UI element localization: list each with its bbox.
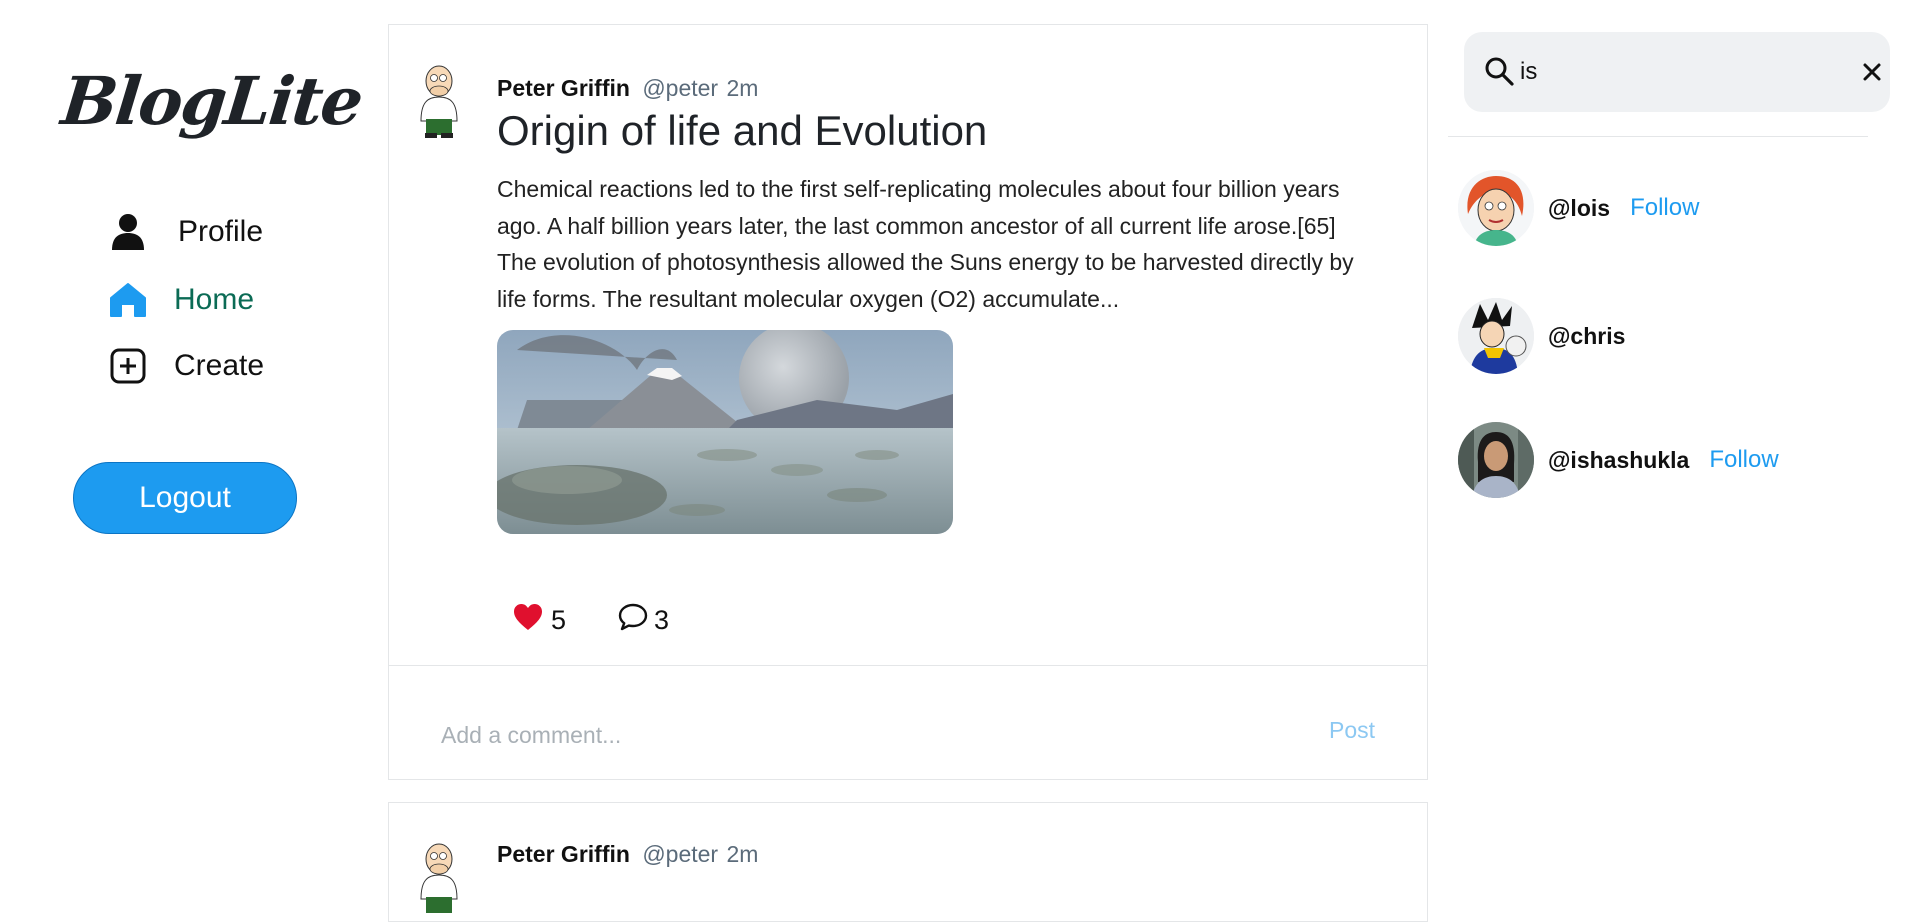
follow-button[interactable]: Follow	[1630, 194, 1699, 222]
nav-label-home: Home	[174, 283, 255, 316]
author-name[interactable]: Peter Griffin	[497, 75, 630, 101]
search-input[interactable]	[1520, 52, 1840, 92]
author-handle: @peter	[642, 75, 719, 101]
person-icon	[108, 212, 148, 252]
author-name[interactable]: Peter Griffin	[497, 841, 630, 867]
user-avatar[interactable]	[1458, 298, 1534, 374]
nav-item-profile[interactable]: Profile	[108, 212, 263, 252]
user-handle[interactable]: @lois	[1548, 195, 1610, 222]
comment-button[interactable]: 3	[618, 603, 669, 638]
divider	[389, 665, 1427, 666]
post-title[interactable]: Origin of life and Evolution	[497, 107, 987, 155]
post-card: Peter Griffin @peter 2m Origin of life a…	[388, 24, 1428, 780]
home-icon	[108, 280, 148, 320]
like-button[interactable]: 5	[513, 603, 566, 638]
post-time: 2m	[726, 75, 759, 101]
like-count: 5	[551, 605, 567, 635]
search-result: @ishashukla Follow	[1458, 422, 1779, 498]
post-header: Peter Griffin @peter 2m	[497, 841, 758, 868]
search-box	[1464, 32, 1890, 112]
app-logo[interactable]: BlogLite	[58, 62, 365, 140]
post-time: 2m	[726, 841, 759, 867]
comment-input[interactable]	[441, 715, 1241, 755]
post-comment-button[interactable]: Post	[1329, 717, 1375, 744]
post-body: Chemical reactions led to the first self…	[497, 176, 1354, 312]
divider	[1448, 136, 1868, 137]
nav-item-home[interactable]: Home	[108, 280, 254, 320]
post-actions: 5 3	[513, 603, 669, 638]
feed: Peter Griffin @peter 2m Origin of life a…	[388, 0, 1428, 922]
post-image[interactable]	[497, 330, 953, 534]
clear-search-icon[interactable]	[1858, 58, 1886, 86]
search-result: @chris	[1458, 298, 1625, 374]
left-sidebar: BlogLite Profile Home Create Logout	[0, 0, 384, 880]
user-handle[interactable]: @ishashukla	[1548, 447, 1689, 474]
plus-square-icon	[108, 346, 148, 386]
author-avatar[interactable]	[413, 841, 465, 917]
post-card: Peter Griffin @peter 2m	[388, 802, 1428, 922]
heart-icon	[513, 603, 543, 638]
user-handle[interactable]: @chris	[1548, 323, 1625, 350]
user-avatar[interactable]	[1458, 422, 1534, 498]
comment-count: 3	[654, 605, 670, 635]
author-avatar[interactable]	[413, 63, 465, 139]
nav-label-profile: Profile	[178, 215, 264, 248]
nav-item-create[interactable]: Create	[108, 346, 264, 386]
search-result: @lois Follow	[1458, 170, 1699, 246]
logout-button[interactable]: Logout	[73, 462, 297, 534]
author-handle: @peter	[642, 841, 719, 867]
right-sidebar: @lois Follow @chris	[1444, 0, 1920, 880]
follow-button[interactable]: Follow	[1709, 446, 1778, 474]
nav-label-create: Create	[174, 349, 265, 382]
comment-icon	[618, 603, 648, 638]
post-header: Peter Griffin @peter 2m	[497, 75, 758, 102]
user-avatar[interactable]	[1458, 170, 1534, 246]
search-icon	[1484, 56, 1514, 91]
